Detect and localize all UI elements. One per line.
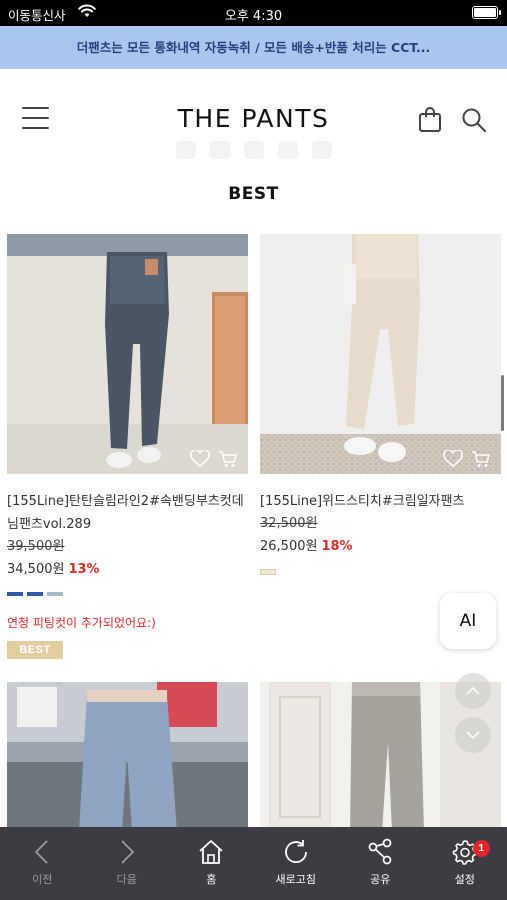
ai-button[interactable]: AI [440, 593, 496, 649]
color-swatches [260, 569, 501, 575]
best-badge: BEST [7, 641, 63, 659]
sale-price: 34,500원 [7, 562, 65, 577]
nav-label: 다음 [116, 873, 137, 886]
color-swatch [47, 592, 63, 596]
nav-forward[interactable]: 다음 [85, 827, 170, 900]
product-image[interactable] [7, 234, 248, 474]
cart-icon[interactable] [471, 450, 491, 468]
logo-reflection [176, 141, 332, 161]
nav-refresh[interactable]: 새로고침 [254, 827, 339, 900]
discount-rate: 18% [321, 539, 353, 554]
original-price: 32,500원 [260, 516, 318, 531]
notification-badge: 1 [472, 840, 490, 857]
promo-text: 연청 피팅컷이 추가되었어요:) [7, 616, 156, 630]
color-swatches [7, 592, 248, 596]
discount-rate: 13% [68, 562, 100, 577]
nav-label: 이전 [32, 873, 53, 886]
product-image[interactable] [260, 234, 501, 474]
scroll-down-button[interactable] [455, 717, 491, 753]
product-card[interactable]: [155Line]위드스티치#크림일자팬츠 32,500원 26,500원 18% [260, 234, 501, 575]
nav-label: 설정 [454, 873, 475, 886]
status-bar: 이동통신사 오후 4:30 [0, 0, 507, 26]
nav-settings[interactable]: 1 설정 [423, 827, 507, 900]
clock: 오후 4:30 [224, 9, 283, 24]
nav-label: 홈 [206, 873, 217, 886]
color-swatch [7, 592, 23, 596]
color-swatch [260, 569, 276, 575]
product-name[interactable]: [155Line]탄탄슬림라인2#속밴딩부츠컷데님팬츠vol.289 [7, 490, 248, 536]
nav-label: 새로고침 [275, 873, 316, 886]
nav-back[interactable]: 이전 [0, 827, 85, 900]
nav-home[interactable]: 홈 [169, 827, 254, 900]
nav-label: 공유 [370, 873, 391, 886]
product-card[interactable]: [155Line]탄탄슬림라인2#속밴딩부츠컷데님팬츠vol.289 39,50… [7, 234, 248, 659]
nav-share[interactable]: 공유 [338, 827, 423, 900]
heart-icon[interactable] [443, 450, 463, 468]
scrollbar[interactable] [501, 375, 504, 431]
site-header: THE PANTS [0, 69, 507, 171]
shopping-bag-icon[interactable] [418, 107, 442, 138]
product-name[interactable]: [155Line]위드스티치#크림일자팬츠 [260, 490, 501, 513]
original-price: 39,500원 [7, 539, 65, 554]
notice-banner[interactable]: 더팬츠는 모든 통화내역 자동녹취 / 모든 배송+반품 처리는 CCT... [0, 26, 507, 69]
heart-icon[interactable] [190, 450, 210, 468]
scroll-up-button[interactable] [455, 673, 491, 709]
cart-icon[interactable] [218, 450, 238, 468]
bottom-nav: 이전 다음 홈 새로고침 공유 1 설정 [0, 827, 507, 900]
section-title: BEST [228, 184, 279, 204]
battery-icon [472, 6, 501, 19]
color-swatch [27, 592, 43, 596]
sale-price: 26,500원 [260, 539, 318, 554]
search-icon[interactable] [461, 107, 487, 138]
